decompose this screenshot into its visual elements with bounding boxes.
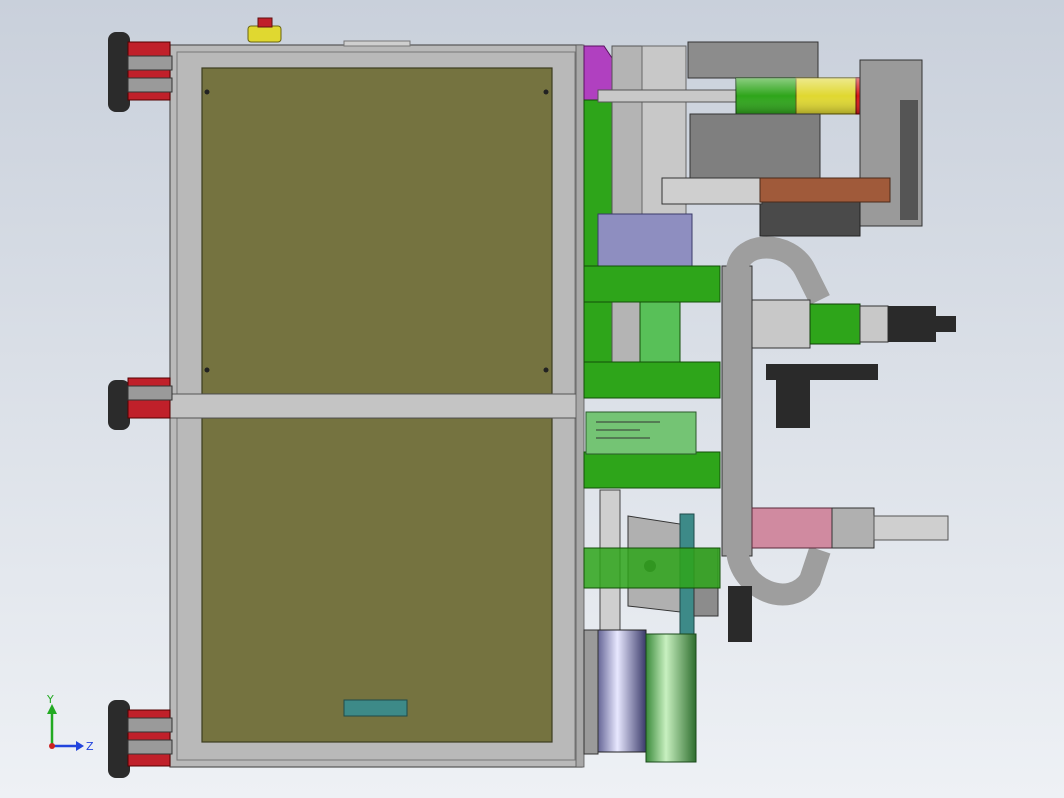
blue-gray-block[interactable] — [597, 213, 693, 269]
right-column-shadow — [900, 100, 918, 220]
label-plate[interactable] — [343, 699, 408, 717]
foot-bottom[interactable] — [108, 700, 173, 778]
origin-dot-icon — [49, 743, 55, 749]
machine-frame[interactable] — [169, 17, 585, 768]
top-tab — [343, 40, 411, 47]
screw-icon — [543, 367, 549, 373]
top-housing[interactable] — [687, 41, 819, 79]
lower-actuator-flange[interactable] — [831, 507, 875, 549]
lower-actuator[interactable] — [751, 507, 833, 549]
cad-viewport[interactable]: Y Z — [0, 0, 1064, 798]
cable-comb[interactable] — [661, 177, 763, 205]
screw-icon — [204, 89, 210, 95]
foot-top[interactable] — [108, 32, 173, 112]
upper-assembly[interactable] — [689, 113, 821, 187]
green-beam-4[interactable] — [583, 547, 721, 589]
screw-icon — [543, 89, 549, 95]
y-axis-label: Y — [46, 693, 54, 706]
rail-dark[interactable] — [766, 364, 878, 380]
actuator-green[interactable] — [809, 303, 861, 345]
green-beam-2[interactable] — [583, 361, 721, 399]
screw-icon — [204, 367, 210, 373]
cabinet-panel-lower[interactable] — [201, 417, 553, 743]
frame-crossbar[interactable] — [169, 393, 583, 419]
green-shaft[interactable] — [639, 301, 681, 363]
roller-end-cap — [583, 629, 599, 755]
actuator-flange[interactable] — [859, 305, 889, 343]
roller-green[interactable] — [645, 633, 697, 763]
green-beam-1[interactable] — [583, 265, 721, 303]
lower-actuator-rod[interactable] — [873, 515, 949, 541]
sensor-board[interactable] — [585, 411, 697, 455]
cabinet-panel-upper[interactable] — [201, 67, 553, 395]
servo-motor-tail — [936, 316, 956, 332]
frame-right-post — [575, 44, 585, 768]
green-beam-3[interactable] — [583, 451, 721, 489]
actuator-housing[interactable] — [751, 299, 811, 349]
cad-model-view[interactable]: Y Z — [0, 0, 1064, 798]
lower-dark-block[interactable] — [728, 586, 752, 642]
stepper-motor[interactable] — [776, 380, 810, 428]
z-axis-label: Z — [86, 740, 94, 753]
servo-motor[interactable] — [888, 306, 936, 342]
roller-blue[interactable] — [593, 629, 647, 753]
brown-block[interactable] — [759, 177, 891, 203]
